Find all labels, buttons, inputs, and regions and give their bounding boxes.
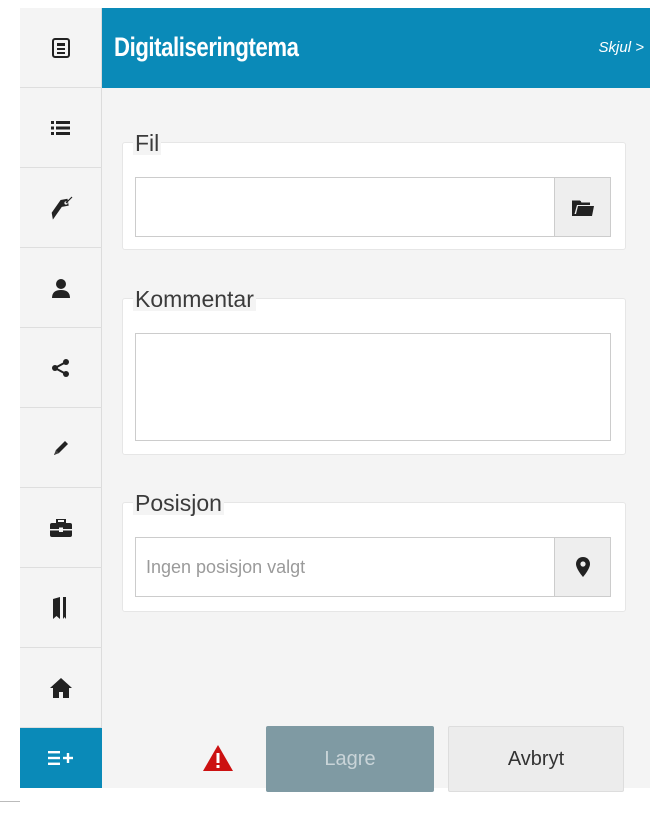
comment-legend: Kommentar <box>133 286 256 312</box>
toolbar-document-button[interactable] <box>20 8 102 88</box>
pick-position-button[interactable] <box>554 538 610 596</box>
comment-input-wrapper <box>135 333 611 441</box>
share-icon <box>52 358 69 377</box>
toolbar-edit-button[interactable] <box>20 408 102 488</box>
file-legend: Fil <box>133 130 162 156</box>
toolbar-list-button[interactable] <box>20 88 102 168</box>
side-toolbar <box>20 8 102 788</box>
toolbar-home-button[interactable] <box>20 648 102 728</box>
file-input[interactable] <box>136 178 610 236</box>
cancel-button[interactable]: Avbryt <box>448 726 624 792</box>
comment-textarea[interactable] <box>136 334 610 440</box>
home-icon <box>50 677 72 698</box>
toolbar-tag-button[interactable] <box>20 168 102 248</box>
panel-title: Digitaliseringtema <box>114 32 299 62</box>
pencil-icon <box>54 440 68 455</box>
toolbar-user-button[interactable] <box>20 248 102 328</box>
map-marker-icon <box>575 557 590 577</box>
add-list-icon <box>48 751 73 765</box>
comment-group: Kommentar <box>122 287 626 455</box>
tag-icon <box>51 196 73 220</box>
hide-panel-link[interactable]: Skjul > <box>599 39 644 56</box>
document-icon <box>52 37 70 58</box>
divider <box>0 801 20 802</box>
panel-header: Digitaliseringtema Skjul > <box>102 8 650 88</box>
position-input[interactable] <box>136 538 610 596</box>
bookmarks-icon <box>53 596 66 619</box>
file-input-wrapper <box>135 177 611 237</box>
file-group: Fil <box>122 131 626 250</box>
save-button[interactable]: Lagre <box>266 726 434 792</box>
list-icon <box>51 120 70 135</box>
folder-icon <box>571 200 594 216</box>
position-legend: Posisjon <box>133 490 224 516</box>
digitizing-panel: Digitaliseringtema Skjul > Fil Kommentar… <box>102 8 650 788</box>
toolbar-bookmarks-button[interactable] <box>20 568 102 648</box>
toolbar-add-theme-button[interactable] <box>20 728 102 788</box>
user-icon <box>52 278 70 298</box>
app-root: Digitaliseringtema Skjul > Fil Kommentar… <box>0 0 652 816</box>
position-group: Posisjon <box>122 491 626 612</box>
toolbar-tools-button[interactable] <box>20 488 102 568</box>
toolbar-share-button[interactable] <box>20 328 102 408</box>
warning-icon <box>203 745 233 771</box>
file-browse-button[interactable] <box>554 178 610 236</box>
position-input-wrapper <box>135 537 611 597</box>
briefcase-icon <box>50 518 72 537</box>
